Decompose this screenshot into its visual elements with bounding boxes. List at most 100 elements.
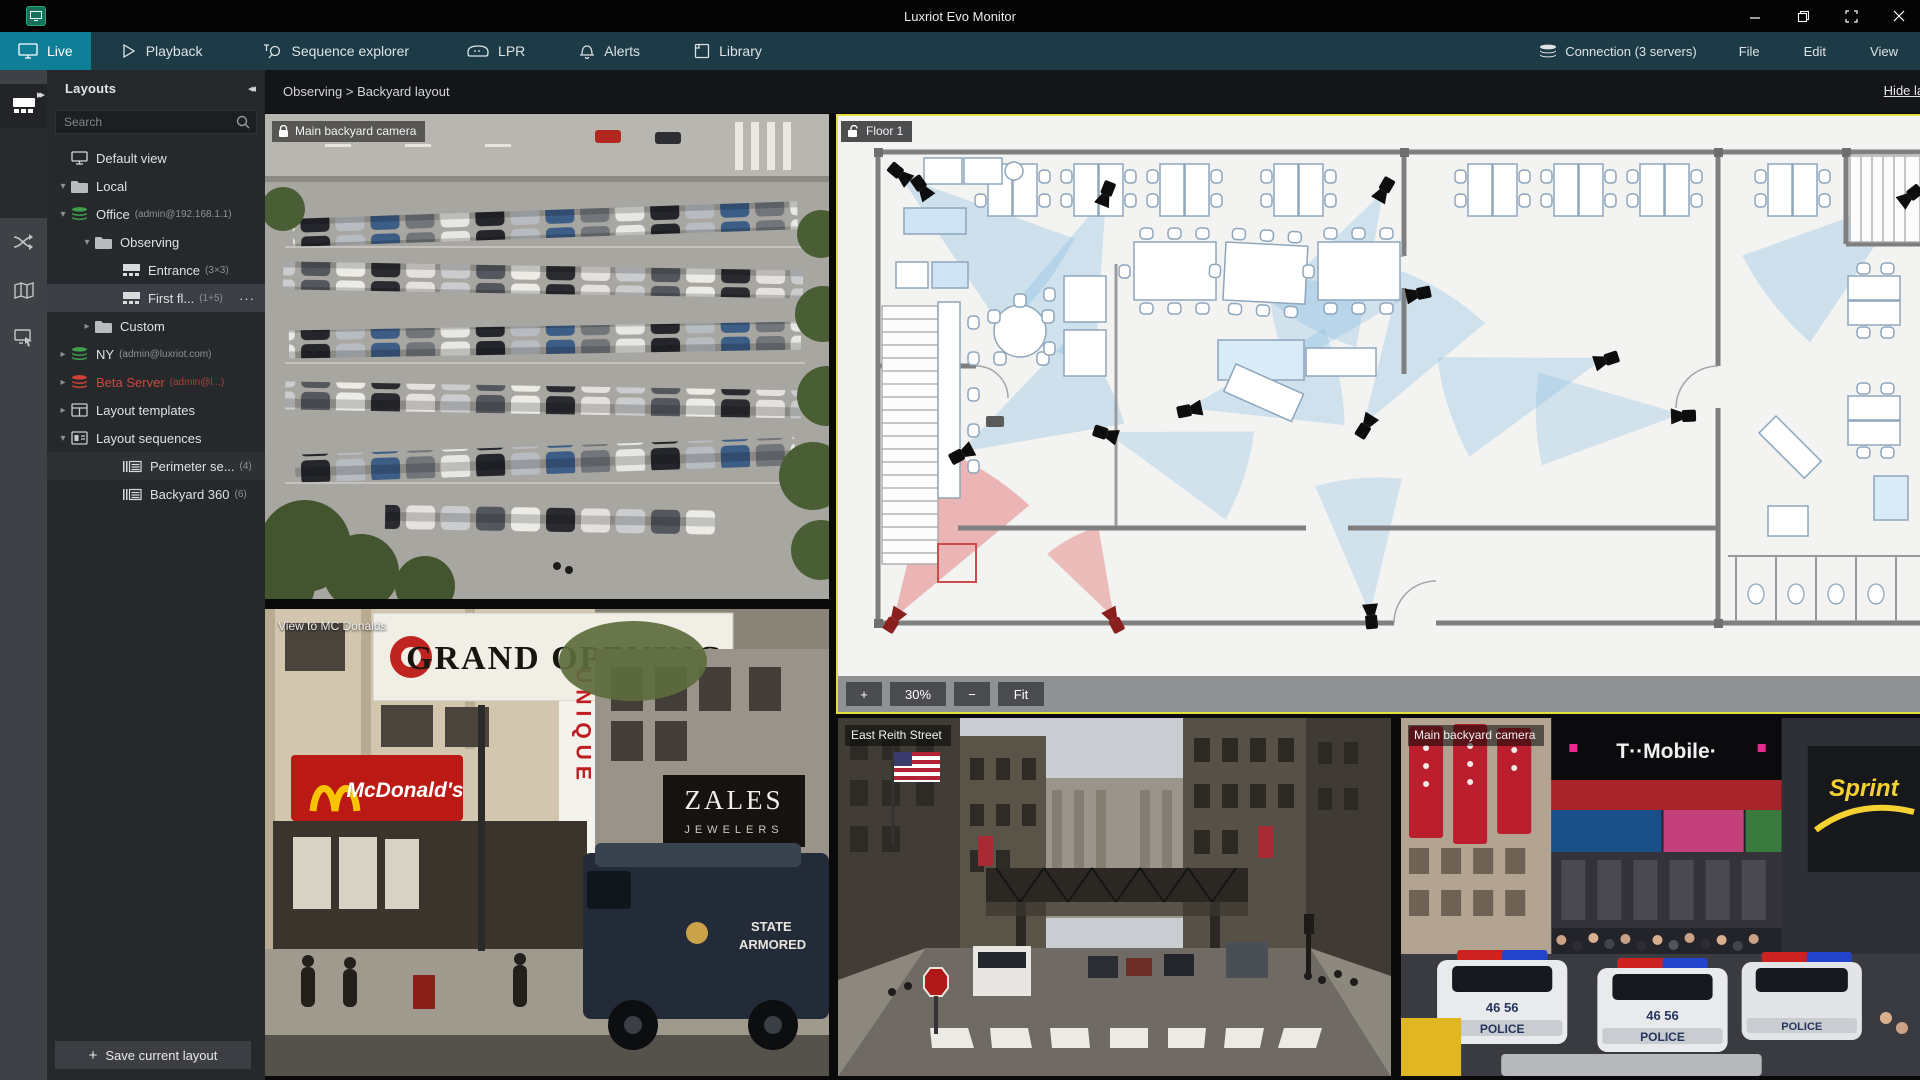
zoom-in-button[interactable]: + — [846, 682, 882, 706]
chevron-right-icon[interactable]: ▸ — [55, 349, 71, 360]
connection-label: Connection (3 servers) — [1565, 43, 1697, 59]
layout-templates-icon — [71, 403, 88, 417]
chevron-down-icon[interactable]: ▾ — [55, 209, 71, 220]
chevron-right-icon[interactable]: ▸ — [55, 405, 71, 416]
tree-item-backyard-sequence[interactable]: Backyard 360 (6) — [47, 480, 265, 508]
tree-sublabel: (admin@l...) — [169, 376, 225, 388]
search-icon — [236, 115, 250, 129]
folder-icon — [71, 180, 88, 193]
lock-icon — [279, 124, 288, 137]
menu-file[interactable]: File — [1717, 44, 1782, 59]
tab-label: Live — [47, 43, 73, 59]
bell-icon — [580, 45, 595, 59]
minimize-button[interactable] — [1742, 4, 1768, 28]
chevron-right-icon[interactable]: ▸ — [79, 321, 95, 332]
tree-item-first-floor-layout[interactable]: First fl... (1+5) ··· — [47, 284, 265, 312]
sprint-sign-text: Sprint — [1829, 775, 1899, 802]
monitor-pointer-icon — [13, 329, 32, 347]
layouts-panel: Layouts ◂◂ Default view ▾ Local ▾ Office… — [47, 70, 265, 1080]
tree-item-ny-server[interactable]: ▸ NY (admin@luxriot.com) — [47, 340, 265, 368]
police-car-number: 46 56 — [1486, 1000, 1519, 1015]
tab-label: LPR — [498, 43, 526, 59]
expand-panel-icon[interactable]: ▸▸ — [37, 88, 45, 101]
tree-sublabel: (admin@luxriot.com) — [119, 348, 212, 360]
camera-label-chip: View to MC Donalds — [272, 616, 396, 637]
zales-sign-text: ZALES — [685, 785, 784, 815]
tree-item-layout-sequences[interactable]: ▾ Layout sequences — [47, 424, 265, 452]
camera-tile-square[interactable]: Main backyard camera T··Mobile· Sprint 4… — [1401, 718, 1920, 1076]
layouts-icon — [12, 98, 35, 113]
tab-label: Alerts — [604, 43, 641, 59]
mcdonalds-sign-text: McDonald's — [346, 779, 463, 802]
unlock-icon — [848, 124, 858, 137]
tab-live[interactable]: Live — [0, 32, 91, 70]
server-stack-icon-offline — [72, 375, 87, 389]
camera-tile-parking[interactable]: Main backyard camera — [265, 114, 829, 599]
tree-item-layout-templates[interactable]: ▸ Layout templates — [47, 396, 265, 424]
truck-text-line1: STATE — [751, 919, 792, 934]
collapse-panel-icon[interactable]: ◂◂ — [248, 82, 256, 95]
hide-labels-link[interactable]: Hide labels — [1884, 83, 1920, 98]
camera-label: Main backyard camera — [295, 124, 417, 138]
map-label-chip: Floor 1 — [841, 121, 913, 142]
menu-edit[interactable]: Edit — [1782, 44, 1848, 59]
breadcrumb[interactable]: Observing > Backyard layout — [265, 84, 450, 99]
tree-item-local[interactable]: ▾ Local — [47, 172, 265, 200]
tree-item-beta-server[interactable]: ▸ Beta Server (admin@l...) — [47, 368, 265, 396]
camera-label-chip: Main backyard camera — [1408, 725, 1545, 746]
tab-alerts[interactable]: Alerts — [561, 32, 658, 70]
camera-tile-mcdonalds[interactable]: View to MC Donalds GRAND OPENING UNIQUE … — [265, 609, 829, 1076]
monitor-icon — [71, 151, 88, 165]
camera-tile-east-reith[interactable]: East Reith Street — [838, 718, 1391, 1076]
tree-label: NY — [96, 346, 115, 362]
server-stack-icon — [72, 347, 87, 361]
chevron-down-icon[interactable]: ▾ — [79, 237, 95, 248]
search-input[interactable] — [55, 110, 257, 134]
connection-status[interactable]: Connection (3 servers) — [1519, 44, 1717, 59]
tab-label: Sequence explorer — [291, 43, 410, 59]
tree-label: Entrance — [148, 262, 201, 278]
tree-sublabel: (1+5) — [199, 292, 223, 304]
tree-item-default-view[interactable]: Default view — [47, 144, 265, 172]
close-button[interactable] — [1886, 4, 1912, 28]
fullscreen-button[interactable] — [1838, 4, 1864, 28]
zoom-level-indicator[interactable]: 30% — [890, 682, 946, 706]
tree-item-entrance-layout[interactable]: Entrance (3×3) — [47, 256, 265, 284]
street-canyon-scene — [838, 718, 1391, 1076]
monitor-icon — [18, 43, 38, 59]
tab-library[interactable]: Library — [676, 32, 780, 70]
chevron-down-icon[interactable]: ▾ — [55, 181, 71, 192]
tree-label: Perimeter se... — [150, 458, 235, 474]
zoom-fit-button[interactable]: Fit — [998, 682, 1044, 706]
tree-item-perimeter-sequence[interactable]: Perimeter se... (4) — [47, 452, 265, 480]
tree-item-custom[interactable]: ▸ Custom — [47, 312, 265, 340]
server-stack-icon — [72, 207, 87, 221]
restore-button[interactable] — [1790, 4, 1816, 28]
save-button-label: Save current layout — [105, 1047, 218, 1063]
rail-item-sequences[interactable] — [0, 218, 47, 266]
tab-lpr[interactable]: LPR — [449, 32, 543, 70]
police-car-label: POLICE — [1480, 1022, 1525, 1036]
zoom-out-button[interactable]: − — [954, 682, 990, 706]
tree-item-observing[interactable]: ▾ Observing — [47, 228, 265, 256]
breadcrumb-bar: Observing > Backyard layout Hide labels — [265, 70, 1920, 113]
license-plate-icon — [467, 45, 489, 57]
chevron-right-icon[interactable]: ▸ — [55, 377, 71, 388]
tree-label: Local — [96, 178, 128, 194]
menu-view[interactable]: View — [1848, 44, 1920, 59]
camera-label: East Reith Street — [851, 728, 942, 742]
tab-playback[interactable]: Playback — [103, 32, 221, 70]
rail-item-screen-share[interactable] — [0, 314, 47, 362]
camera-label-chip: East Reith Street — [845, 725, 951, 746]
tab-sequence-explorer[interactable]: Sequence explorer — [245, 32, 428, 70]
map-tile-floor1[interactable]: Floor 1 + 30% − Fit — [836, 114, 1920, 714]
camera-label: View to MC Donalds — [278, 619, 387, 633]
save-current-layout-button[interactable]: + Save current layout — [55, 1041, 251, 1069]
tree-sublabel: (4) — [239, 460, 252, 472]
tree-item-office-server[interactable]: ▾ Office (admin@192.168.1.1) — [47, 200, 265, 228]
rail-item-maps[interactable] — [0, 266, 47, 314]
mcdonalds-street-scene: GRAND OPENING UNIQUE McDonald's ZALES JE… — [265, 609, 829, 1076]
row-menu-icon[interactable]: ··· — [239, 291, 255, 306]
chevron-down-icon[interactable]: ▾ — [55, 433, 71, 444]
map-label: Floor 1 — [866, 124, 904, 138]
